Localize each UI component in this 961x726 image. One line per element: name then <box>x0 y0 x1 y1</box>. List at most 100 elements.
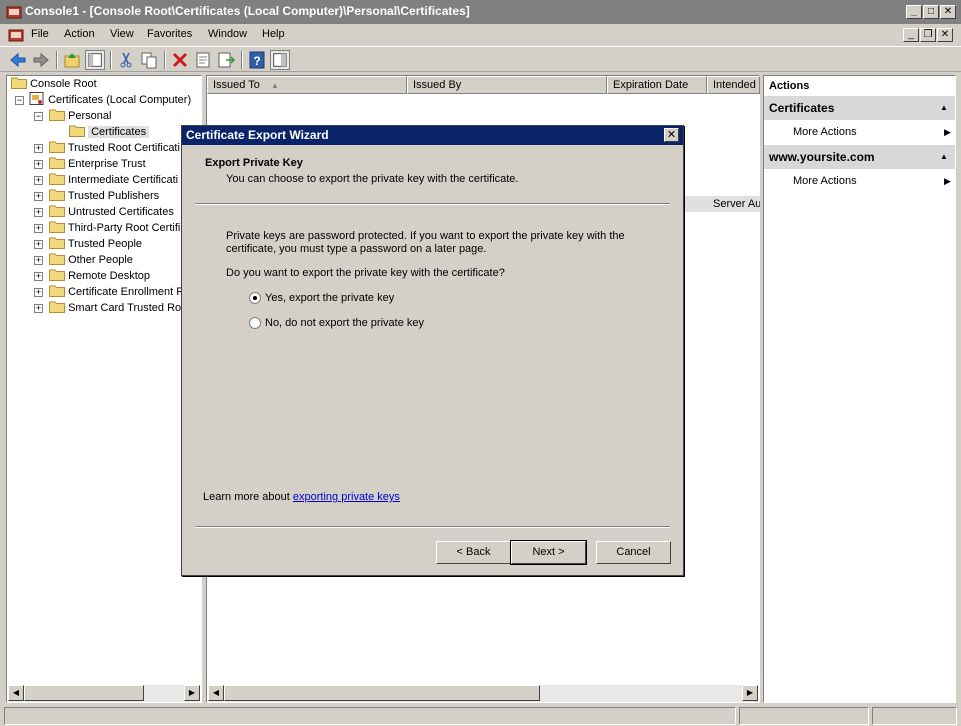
tree-item-store[interactable]: Remote Desktop <box>49 268 150 284</box>
scroll-thumb[interactable] <box>24 685 144 701</box>
actions-section-yoursite[interactable]: www.yoursite.com ▲ <box>764 145 955 169</box>
scroll-left-arrow-icon[interactable]: ◀ <box>208 685 224 701</box>
menu-window[interactable]: Window <box>208 28 247 40</box>
up-folder-icon[interactable] <box>62 50 82 70</box>
console-tree-pane[interactable]: Console Root − Certificates (Local Compu… <box>6 75 202 703</box>
tree-expand-toggle[interactable]: + <box>34 224 43 233</box>
tree-item-store[interactable]: Other People <box>49 252 133 268</box>
tree-expand-toggle[interactable]: + <box>34 192 43 201</box>
toolbar-separator <box>241 51 243 69</box>
folder-icon <box>69 125 85 137</box>
menu-view[interactable]: View <box>110 28 134 40</box>
back-arrow-icon[interactable] <box>8 50 28 70</box>
tree-item-store[interactable]: Smart Card Trusted Roo <box>49 300 187 316</box>
collapse-up-icon[interactable]: ▲ <box>940 96 948 120</box>
export-question: Do you want to export the private key wi… <box>226 267 505 279</box>
folder-icon <box>49 237 65 249</box>
folder-icon <box>49 285 65 297</box>
certificate-export-wizard-dialog: Certificate Export Wizard ✕ Export Priva… <box>181 125 684 576</box>
tree-collapse-toggle[interactable]: − <box>15 96 24 105</box>
copy-icon[interactable] <box>139 50 159 70</box>
tree-expand-toggle[interactable]: + <box>34 304 43 313</box>
toolbar-separator <box>56 51 58 69</box>
wizard-step-heading: Export Private Key <box>205 157 303 169</box>
help-icon[interactable]: ? <box>247 50 267 70</box>
delete-icon[interactable] <box>170 50 190 70</box>
forward-arrow-icon[interactable] <box>31 50 51 70</box>
tree-item-store[interactable]: Enterprise Trust <box>49 156 146 172</box>
wizard-step-subheading: You can choose to export the private key… <box>226 173 519 185</box>
column-header-issued-by[interactable]: Issued By <box>407 76 607 94</box>
show-hide-tree-icon[interactable] <box>85 50 105 70</box>
radio-button-no[interactable] <box>249 317 261 329</box>
tree-item-store[interactable]: Third-Party Root Certifi <box>49 220 180 236</box>
scroll-thumb[interactable] <box>224 685 540 701</box>
tree-expand-toggle[interactable]: + <box>34 240 43 249</box>
tree-expand-toggle[interactable]: + <box>34 272 43 281</box>
tree-item-store[interactable]: Trusted Root Certificati <box>49 140 180 156</box>
tree-item-personal-certificates[interactable]: Certificates <box>69 124 150 140</box>
dialog-close-icon[interactable]: ✕ <box>664 128 679 142</box>
scroll-right-arrow-icon[interactable]: ▶ <box>742 685 758 701</box>
radio-button-yes[interactable] <box>249 292 261 304</box>
minimize-button[interactable]: _ <box>906 5 922 19</box>
tree-item-store[interactable]: Trusted People <box>49 236 142 252</box>
wizard-header: Export Private Key You can choose to exp… <box>182 145 683 209</box>
tree-item-store[interactable]: Intermediate Certificati <box>49 172 178 188</box>
tree-expand-toggle[interactable]: + <box>34 160 43 169</box>
cut-icon[interactable] <box>116 50 136 70</box>
exporting-private-keys-link[interactable]: exporting private keys <box>293 491 400 503</box>
folder-icon <box>49 157 65 169</box>
tree-item-store[interactable]: Certificate Enrollment R <box>49 284 184 300</box>
folder-icon <box>49 301 65 313</box>
child-restore-button[interactable]: ❐ <box>920 28 936 42</box>
tree-collapse-toggle[interactable]: − <box>34 112 43 121</box>
child-minimize-button[interactable]: _ <box>903 28 919 42</box>
export-list-icon[interactable] <box>216 50 236 70</box>
actions-section-certificates[interactable]: Certificates ▲ <box>764 96 955 120</box>
child-close-button[interactable]: ✕ <box>937 28 953 42</box>
column-header-expiration-date[interactable]: Expiration Date <box>607 76 707 94</box>
back-button[interactable]: < Back <box>436 541 511 564</box>
folder-icon <box>49 141 65 153</box>
menu-file[interactable]: File <box>31 28 49 40</box>
tree-horizontal-scrollbar[interactable]: ◀ ▶ <box>8 685 200 702</box>
tree-item-console-root[interactable]: Console Root <box>11 76 97 92</box>
action-more-actions[interactable]: More Actions ▶ <box>764 120 955 144</box>
submenu-arrow-icon: ▶ <box>944 176 951 186</box>
maximize-button[interactable]: □ <box>923 5 939 19</box>
scroll-left-arrow-icon[interactable]: ◀ <box>8 685 24 701</box>
cancel-button[interactable]: Cancel <box>596 541 671 564</box>
console-icon[interactable] <box>8 27 24 43</box>
toolbar: ? <box>0 46 961 72</box>
scroll-right-arrow-icon[interactable]: ▶ <box>184 685 200 701</box>
tree-expand-toggle[interactable]: + <box>34 288 43 297</box>
properties-icon[interactable] <box>193 50 213 70</box>
sort-ascending-icon: ▲ <box>270 81 279 90</box>
folder-icon <box>11 77 27 89</box>
tree-item-certificates-local[interactable]: Certificates (Local Computer) <box>29 92 191 108</box>
list-horizontal-scrollbar[interactable]: ◀ ▶ <box>208 685 758 702</box>
show-hide-action-pane-icon[interactable] <box>270 50 290 70</box>
submenu-arrow-icon: ▶ <box>944 127 951 137</box>
menu-help[interactable]: Help <box>262 28 285 40</box>
close-button[interactable]: ✕ <box>940 5 956 19</box>
column-header-issued-to[interactable]: Issued To ▲ <box>207 76 407 94</box>
next-button[interactable]: Next > <box>510 540 587 565</box>
collapse-up-icon[interactable]: ▲ <box>940 145 948 169</box>
dialog-title: Certificate Export Wizard <box>182 126 683 145</box>
table-row[interactable]: Server Au <box>685 196 760 212</box>
action-more-actions[interactable]: More Actions ▶ <box>764 169 955 193</box>
tree-expand-toggle[interactable]: + <box>34 144 43 153</box>
tree-item-store[interactable]: Trusted Publishers <box>49 188 159 204</box>
menu-favorites[interactable]: Favorites <box>147 28 192 40</box>
tree-expand-toggle[interactable]: + <box>34 256 43 265</box>
menu-action[interactable]: Action <box>64 28 95 40</box>
actions-header: Actions <box>764 76 955 97</box>
footer-divider <box>195 526 670 528</box>
tree-item-store[interactable]: Untrusted Certificates <box>49 204 174 220</box>
tree-expand-toggle[interactable]: + <box>34 208 43 217</box>
column-header-intended[interactable]: Intended <box>707 76 760 94</box>
tree-item-personal[interactable]: Personal <box>49 108 111 124</box>
tree-expand-toggle[interactable]: + <box>34 176 43 185</box>
